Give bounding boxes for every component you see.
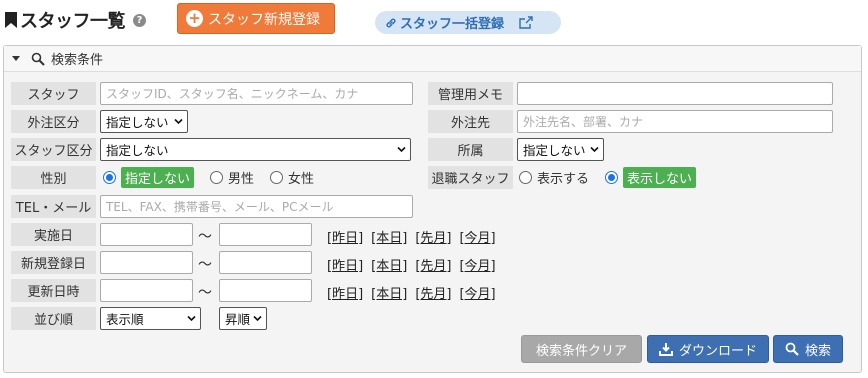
quick-today[interactable]: [本日] — [371, 287, 407, 302]
updated-date-label: 更新日時 — [11, 279, 96, 302]
quick-this-month[interactable]: [今月] — [459, 259, 495, 274]
chevron-down-icon — [174, 118, 183, 125]
link-icon — [386, 18, 396, 27]
quick-today[interactable]: [本日] — [371, 231, 407, 246]
title-group: スタッフ一覧 ? — [4, 6, 146, 34]
updated-quick-links: [昨日] [本日] [先月] [今月] — [327, 283, 504, 302]
staff-type-label: スタッフ区分 — [11, 138, 96, 161]
quick-last-month[interactable]: [先月] — [415, 259, 451, 274]
plus-icon: + — [186, 10, 203, 27]
quick-yesterday[interactable]: [昨日] — [327, 231, 363, 246]
chevron-down-icon — [590, 146, 599, 153]
gender-radio-female[interactable] — [270, 171, 284, 184]
retired-radio-show[interactable] — [519, 171, 532, 184]
quick-yesterday[interactable]: [昨日] — [327, 287, 363, 302]
retired-radio-hide[interactable] — [605, 171, 619, 184]
search-icon — [31, 52, 45, 66]
memo-input[interactable] — [517, 82, 833, 105]
search-label: 検索 — [804, 343, 831, 359]
page-title: スタッフ一覧 — [20, 11, 126, 32]
range-separator: ～ — [198, 229, 212, 245]
chevron-down-icon — [187, 315, 196, 322]
staff-type-select[interactable]: 指定しない — [100, 138, 411, 161]
gender-option-unspecified[interactable]: 指定しない — [121, 167, 195, 188]
quick-last-month[interactable]: [先月] — [415, 231, 451, 246]
registered-date-from[interactable] — [100, 251, 193, 274]
sort-field-select[interactable]: 表示順 — [100, 307, 201, 330]
bulk-register-button[interactable]: スタッフ一括登録 — [375, 11, 561, 34]
affiliation-value: 指定しない — [523, 143, 586, 158]
staff-search-placeholder: スタッフID、スタッフ名、ニックネーム、カナ — [106, 87, 359, 101]
new-staff-button[interactable]: + スタッフ新規登録 — [177, 3, 335, 34]
page-header: スタッフ一覧 ? + スタッフ新規登録 スタッフ一括登録 — [0, 0, 868, 42]
implemented-date-to[interactable] — [219, 223, 312, 246]
bookmark-icon — [5, 12, 17, 28]
contact-placeholder: TEL、FAX、携帯番号、メール、PCメール — [106, 200, 334, 214]
gender-label: 性別 — [11, 166, 96, 189]
retired-option-show[interactable]: 表示する — [537, 168, 589, 187]
help-icon[interactable]: ? — [133, 13, 146, 27]
outsource-to-input[interactable]: 外注先名、部署、カナ — [517, 110, 833, 133]
staff-search-input[interactable]: スタッフID、スタッフ名、ニックネーム、カナ — [100, 82, 413, 105]
gender-radio-group: 指定しない 男性 女性 — [103, 166, 330, 189]
bulk-register-label: スタッフ一括登録 — [400, 17, 505, 32]
outsource-to-placeholder: 外注先名、部署、カナ — [523, 115, 644, 129]
outsource-type-value: 指定しない — [106, 115, 169, 130]
retired-label: 退職スタッフ — [428, 166, 513, 189]
sort-order-value: 昇順 — [225, 312, 251, 327]
contact-label: TEL・メール — [11, 195, 96, 218]
download-button[interactable]: ダウンロード — [647, 335, 769, 363]
sort-order-select[interactable]: 昇順 — [219, 307, 267, 330]
retired-option-hide[interactable]: 表示しない — [623, 167, 697, 188]
caret-down-icon — [12, 56, 20, 61]
quick-last-month[interactable]: [先月] — [415, 287, 451, 302]
chevron-down-icon — [397, 146, 406, 153]
implemented-quick-links: [昨日] [本日] [先月] [今月] — [327, 227, 504, 246]
chevron-down-icon — [253, 315, 262, 322]
search-panel: 検索条件 スタッフ スタッフID、スタッフ名、ニックネーム、カナ 管理用メモ 外… — [3, 45, 862, 373]
registered-quick-links: [昨日] [本日] [先月] [今月] — [327, 255, 504, 274]
search-button[interactable]: 検索 — [773, 335, 843, 363]
download-label: ダウンロード — [678, 343, 757, 359]
affiliation-label: 所属 — [428, 138, 513, 161]
staff-label: スタッフ — [11, 82, 96, 105]
download-icon — [658, 343, 673, 356]
updated-date-from[interactable] — [100, 279, 193, 302]
sort-label: 並び順 — [11, 307, 96, 330]
updated-date-to[interactable] — [219, 279, 312, 302]
outsource-type-label: 外注区分 — [11, 110, 96, 133]
quick-today[interactable]: [本日] — [371, 259, 407, 274]
quick-this-month[interactable]: [今月] — [459, 287, 495, 302]
retired-radio-group: 表示する 表示しない — [519, 166, 712, 189]
implemented-date-from[interactable] — [100, 223, 193, 246]
new-staff-label: スタッフ新規登録 — [208, 11, 320, 28]
implemented-date-label: 実施日 — [11, 223, 96, 246]
outsource-to-label: 外注先 — [428, 110, 513, 133]
search-panel-header[interactable]: 検索条件 — [4, 46, 861, 72]
search-panel-title: 検索条件 — [51, 53, 104, 68]
memo-label: 管理用メモ — [428, 82, 513, 105]
contact-input[interactable]: TEL、FAX、携帯番号、メール、PCメール — [100, 195, 413, 218]
affiliation-select[interactable]: 指定しない — [517, 138, 604, 161]
gender-radio-unspecified[interactable] — [103, 171, 116, 184]
range-separator: ～ — [198, 285, 212, 301]
gender-option-male[interactable]: 男性 — [228, 168, 254, 187]
sort-field-value: 表示順 — [106, 312, 144, 327]
staff-type-value: 指定しない — [106, 143, 169, 158]
external-link-icon — [519, 15, 533, 29]
search-icon — [785, 342, 799, 356]
gender-radio-male[interactable] — [210, 171, 224, 184]
registered-date-label: 新規登録日 — [11, 251, 96, 274]
clear-conditions-button[interactable]: 検索条件クリア — [521, 335, 642, 363]
outsource-type-select[interactable]: 指定しない — [100, 110, 188, 133]
gender-option-female[interactable]: 女性 — [288, 168, 314, 187]
quick-this-month[interactable]: [今月] — [459, 231, 495, 246]
quick-yesterday[interactable]: [昨日] — [327, 259, 363, 274]
range-separator: ～ — [198, 257, 212, 273]
registered-date-to[interactable] — [219, 251, 312, 274]
